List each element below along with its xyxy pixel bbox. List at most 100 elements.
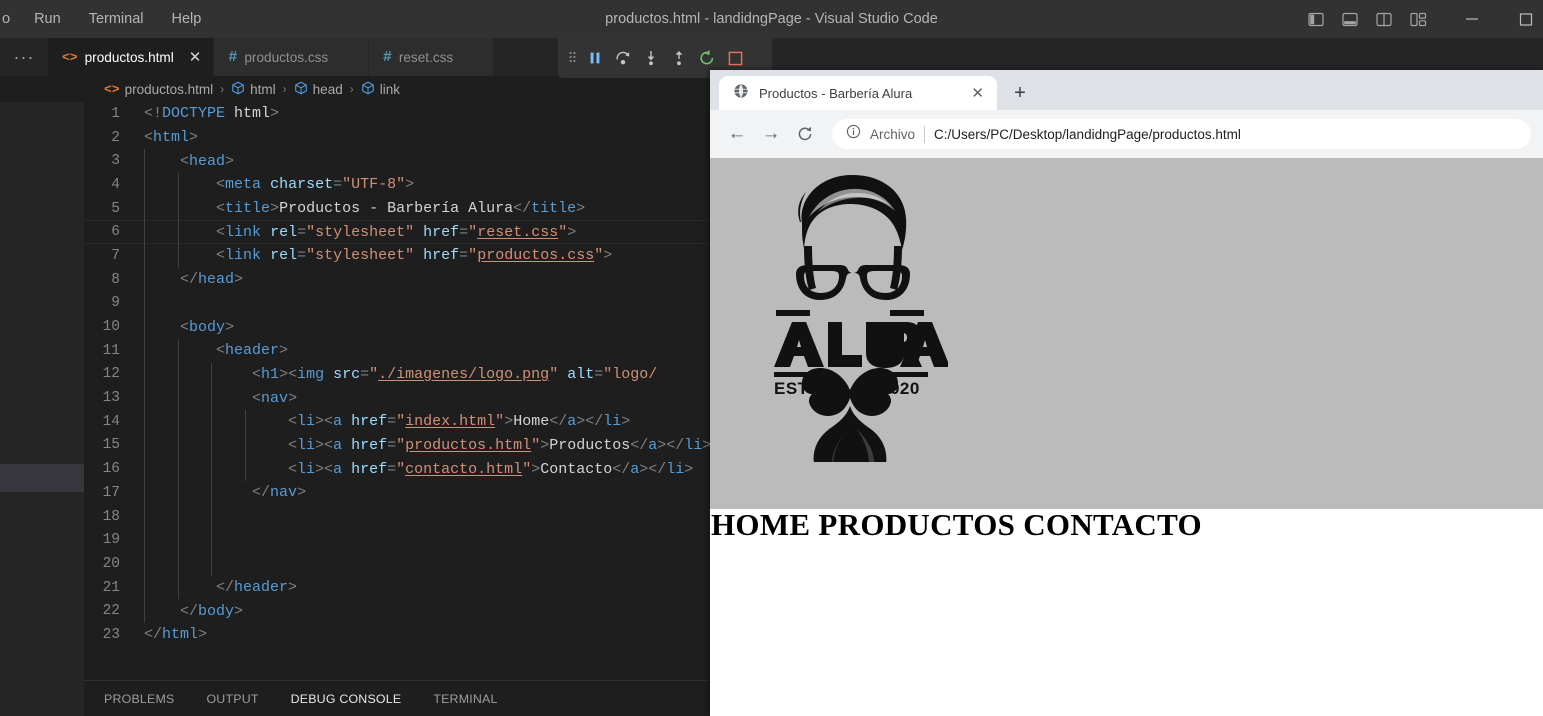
alura-barber-logo-icon: ESTD 2020 <box>774 174 950 496</box>
step-out-icon[interactable] <box>666 44 692 72</box>
tab-reset-css[interactable]: # reset.css ✕ <box>368 38 494 76</box>
left-side-panel <box>0 38 84 716</box>
indent-guide <box>144 599 145 624</box>
left-panel-selected-row[interactable] <box>0 464 84 492</box>
panel-right-icon[interactable] <box>1367 0 1401 38</box>
indent-guide <box>177 196 179 221</box>
indent-guide <box>144 291 145 316</box>
close-icon[interactable]: ✕ <box>189 50 202 65</box>
indent-guide <box>244 457 246 481</box>
line-number: 14 <box>102 413 120 430</box>
indent-guide <box>177 173 179 197</box>
back-button[interactable]: ← <box>722 119 752 149</box>
window-controls <box>1299 0 1543 38</box>
line-number: 6 <box>111 224 120 241</box>
minimize-icon[interactable] <box>1455 0 1489 38</box>
indent-guide <box>177 409 179 434</box>
panel-tab-debug-console[interactable]: DEBUG CONSOLE <box>291 692 402 706</box>
breadcrumb-label: link <box>379 81 400 97</box>
indent-guide <box>177 504 179 529</box>
line-number: 7 <box>111 247 120 264</box>
menu-item-run[interactable]: Run <box>20 0 75 38</box>
css-file-icon: # <box>228 48 238 66</box>
indent-guide <box>211 433 212 458</box>
site-logo: ESTD 2020 <box>752 162 952 496</box>
indent-guide <box>177 481 179 505</box>
breadcrumb-label: productos.html <box>124 81 214 97</box>
breadcrumb-item-file[interactable]: <> productos.html <box>104 82 213 97</box>
css-file-icon: # <box>382 48 392 66</box>
line-number: 11 <box>102 342 120 359</box>
breadcrumb-label: html <box>250 81 276 97</box>
restart-icon[interactable] <box>694 44 720 72</box>
stop-icon[interactable] <box>722 44 748 72</box>
panel-tab-problems[interactable]: PROBLEMS <box>104 692 174 706</box>
indent-guide <box>211 552 212 576</box>
tabs-overflow-button[interactable]: ··· <box>0 38 48 76</box>
breadcrumb-item-html[interactable]: html <box>231 81 276 98</box>
address-bar[interactable]: Archivo C:/Users/PC/Desktop/landidngPage… <box>832 119 1531 149</box>
symbol-cube-icon <box>294 81 308 98</box>
menu-item-terminal[interactable]: Terminal <box>75 0 158 38</box>
line-number: 18 <box>102 508 120 525</box>
site-nav[interactable]: HOME PRODUCTOS CONTACTO <box>710 509 1543 540</box>
line-number: 20 <box>102 555 120 572</box>
line-number: 9 <box>111 295 120 312</box>
line-number: 8 <box>111 271 120 288</box>
indent-guide <box>177 457 179 481</box>
tab-productos-css[interactable]: # productos.css ✕ <box>214 38 369 76</box>
menu-item-go[interactable]: o <box>0 0 20 38</box>
tab-label: productos.html <box>84 49 174 65</box>
indent-guide <box>211 528 212 553</box>
reload-button[interactable] <box>790 119 820 149</box>
indent-guide <box>211 457 212 481</box>
new-tab-button[interactable]: + <box>1003 76 1037 110</box>
indent-guide <box>211 386 212 410</box>
close-icon[interactable]: ✕ <box>968 86 987 101</box>
line-number: 3 <box>111 153 120 170</box>
pause-icon[interactable] <box>582 44 608 72</box>
panel-tab-output[interactable]: OUTPUT <box>206 692 258 706</box>
step-into-icon[interactable] <box>638 44 664 72</box>
line-number: 22 <box>102 603 120 620</box>
breadcrumb-item-link[interactable]: link <box>361 81 400 98</box>
indent-guide <box>144 149 145 174</box>
browser-tab[interactable]: Productos - Barbería Alura ✕ <box>719 76 997 110</box>
indent-guide <box>144 409 145 434</box>
panel-tab-terminal[interactable]: TERMINAL <box>433 692 497 706</box>
indent-guide <box>144 244 145 268</box>
indent-guide <box>177 575 179 600</box>
indent-guide <box>177 386 179 410</box>
line-number: 17 <box>102 484 120 501</box>
menu-item-help[interactable]: Help <box>157 0 215 38</box>
line-number: 10 <box>102 319 120 336</box>
indent-guide <box>177 528 179 553</box>
tab-label: productos.css <box>244 49 329 65</box>
indent-guide <box>244 409 246 434</box>
drag-handle-icon[interactable] <box>564 44 580 72</box>
indent-guide <box>244 433 246 458</box>
indent-guide <box>211 362 212 387</box>
panel-left-icon[interactable] <box>1299 0 1333 38</box>
indent-guide <box>177 338 179 363</box>
browser-tab-strip: Productos - Barbería Alura ✕ + <box>710 70 1543 110</box>
maximize-icon[interactable] <box>1509 0 1543 38</box>
line-number: 2 <box>111 129 120 146</box>
page-viewport: ESTD 2020 HOME PRODUCTOS CONTACTO <box>710 158 1543 716</box>
tab-productos-html[interactable]: <> productos.html ✕ <box>48 38 215 76</box>
breadcrumb-item-head[interactable]: head <box>294 81 343 98</box>
indent-guide <box>144 267 145 292</box>
indent-guide <box>177 220 179 245</box>
panel-bottom-icon[interactable] <box>1333 0 1367 38</box>
breadcrumb-separator: › <box>220 82 225 96</box>
step-over-icon[interactable] <box>610 44 636 72</box>
forward-button[interactable]: → <box>756 119 786 149</box>
line-number: 21 <box>102 579 120 596</box>
site-header: ESTD 2020 <box>710 158 1543 509</box>
layout-icon[interactable] <box>1401 0 1435 38</box>
info-circle-icon[interactable] <box>846 124 861 144</box>
html-file-icon: <> <box>62 49 78 65</box>
breadcrumb-separator: › <box>282 82 287 96</box>
indent-guide <box>144 575 145 600</box>
indent-guide <box>144 552 145 576</box>
